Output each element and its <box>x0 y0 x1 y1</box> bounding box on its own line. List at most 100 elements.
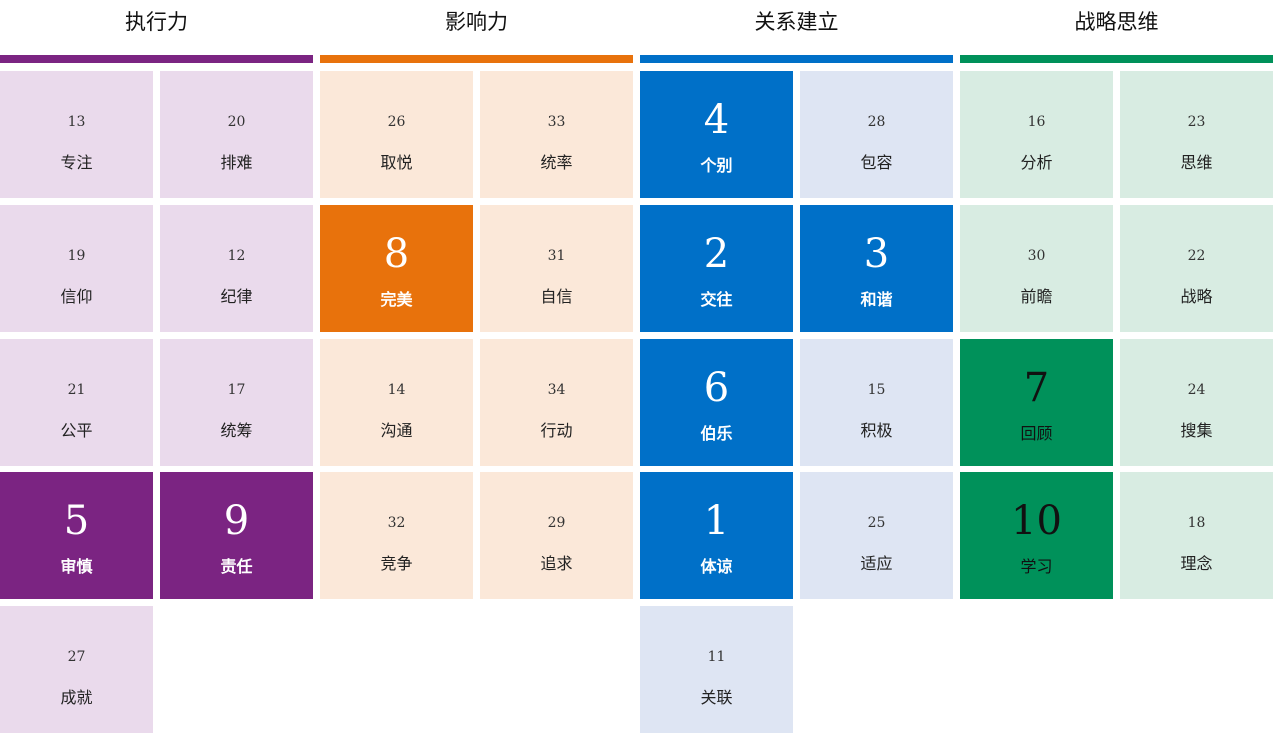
strength-name: 取悦 <box>380 153 413 172</box>
strength-name: 审慎 <box>60 557 93 576</box>
strength-rank: 32 <box>387 515 406 531</box>
strength-name: 统率 <box>540 153 573 172</box>
strength-tile: 2 交往 <box>640 205 793 332</box>
strength-tile: 11 关联 <box>640 606 793 733</box>
strength-name: 公平 <box>60 421 93 440</box>
strength-rank: 27 <box>67 649 86 665</box>
strength-tile: 15 积极 <box>800 339 953 466</box>
strength-name: 战略 <box>1180 287 1213 306</box>
strength-tile: 28 包容 <box>800 71 953 198</box>
strength-rank: 15 <box>867 382 886 398</box>
strength-rank: 34 <box>547 382 566 398</box>
strength-tile: 21 公平 <box>0 339 153 466</box>
strength-tile: 19 信仰 <box>0 205 153 332</box>
strength-rank: 3 <box>863 231 890 277</box>
domain-color-bar <box>960 55 1273 63</box>
strength-tile: 7 回顾 <box>960 339 1113 466</box>
strength-tile: 17 统筹 <box>160 339 313 466</box>
domain-color-bar <box>0 55 313 63</box>
strength-name: 分析 <box>1020 153 1053 172</box>
strength-rank: 1 <box>703 498 730 544</box>
strength-tile: 14 沟通 <box>320 339 473 466</box>
strength-name: 伯乐 <box>700 424 733 443</box>
strength-rank: 5 <box>63 498 90 544</box>
strength-name: 竞争 <box>380 554 413 573</box>
strength-tile: 25 适应 <box>800 472 953 599</box>
strength-rank: 30 <box>1027 248 1046 264</box>
strength-tile: 8 完美 <box>320 205 473 332</box>
strength-tile: 27 成就 <box>0 606 153 733</box>
strength-name: 搜集 <box>1180 421 1213 440</box>
strength-name: 包容 <box>860 153 893 172</box>
strength-tile: 10 学习 <box>960 472 1113 599</box>
domain-column-influencing: 影响力 <box>320 0 633 63</box>
strength-tile: 6 伯乐 <box>640 339 793 466</box>
strength-name: 信仰 <box>60 287 93 306</box>
strength-rank: 6 <box>703 365 730 411</box>
strength-name: 排难 <box>220 153 253 172</box>
strength-tile: 29 追求 <box>480 472 633 599</box>
strength-name: 统筹 <box>220 421 253 440</box>
strength-name: 责任 <box>220 557 253 576</box>
strength-rank: 25 <box>867 515 886 531</box>
strength-rank: 29 <box>547 515 566 531</box>
strength-rank: 17 <box>227 382 246 398</box>
strength-rank: 21 <box>67 382 86 398</box>
strength-rank: 22 <box>1187 248 1206 264</box>
strength-tile: 18 理念 <box>1120 472 1273 599</box>
strength-rank: 7 <box>1023 365 1050 411</box>
strength-tile: 22 战略 <box>1120 205 1273 332</box>
strength-rank: 33 <box>547 114 566 130</box>
strength-rank: 18 <box>1187 515 1206 531</box>
strength-rank: 14 <box>387 382 406 398</box>
strength-name: 个别 <box>700 156 733 175</box>
strength-tile: 16 分析 <box>960 71 1113 198</box>
strength-rank: 26 <box>387 114 406 130</box>
strength-name: 和谐 <box>860 290 893 309</box>
strength-name: 关联 <box>700 688 733 707</box>
strength-tile: 26 取悦 <box>320 71 473 198</box>
domain-color-bar <box>640 55 953 63</box>
strength-tile: 34 行动 <box>480 339 633 466</box>
domain-column-strategic: 战略思维 <box>960 0 1273 63</box>
strength-name: 沟通 <box>380 421 413 440</box>
strength-name: 前瞻 <box>1020 287 1053 306</box>
strength-rank: 24 <box>1187 382 1206 398</box>
strength-tile: 32 竞争 <box>320 472 473 599</box>
strength-name: 适应 <box>860 554 893 573</box>
strength-tile: 24 搜集 <box>1120 339 1273 466</box>
strength-name: 回顾 <box>1020 424 1053 443</box>
strength-rank: 12 <box>227 248 246 264</box>
strength-name: 思维 <box>1180 153 1213 172</box>
strength-name: 学习 <box>1020 557 1053 576</box>
strength-name: 追求 <box>540 554 573 573</box>
strength-name: 成就 <box>60 688 93 707</box>
strength-name: 完美 <box>380 290 413 309</box>
strength-rank: 10 <box>1011 498 1062 544</box>
strength-name: 专注 <box>60 153 93 172</box>
strength-rank: 20 <box>227 114 246 130</box>
strength-rank: 11 <box>707 649 726 665</box>
strength-tile: 30 前瞻 <box>960 205 1113 332</box>
strength-name: 交往 <box>700 290 733 309</box>
strength-rank: 13 <box>67 114 86 130</box>
strength-name: 理念 <box>1180 554 1213 573</box>
strength-name: 纪律 <box>220 287 253 306</box>
strength-rank: 16 <box>1027 114 1046 130</box>
strength-rank: 23 <box>1187 114 1206 130</box>
strength-tile: 5 审慎 <box>0 472 153 599</box>
strength-rank: 2 <box>703 231 730 277</box>
domain-title: 关系建立 <box>754 10 839 34</box>
domain-title: 战略思维 <box>1074 10 1159 34</box>
strength-name: 体谅 <box>700 557 733 576</box>
strength-name: 积极 <box>860 421 893 440</box>
strength-rank: 31 <box>547 248 566 264</box>
strength-tile: 33 统率 <box>480 71 633 198</box>
strength-rank: 8 <box>383 231 410 277</box>
strength-tile: 31 自信 <box>480 205 633 332</box>
domain-color-bar <box>320 55 633 63</box>
strength-rank: 28 <box>867 114 886 130</box>
domain-column-executing: 执行力 <box>0 0 313 63</box>
strength-tile: 12 纪律 <box>160 205 313 332</box>
strength-tile: 23 思维 <box>1120 71 1273 198</box>
